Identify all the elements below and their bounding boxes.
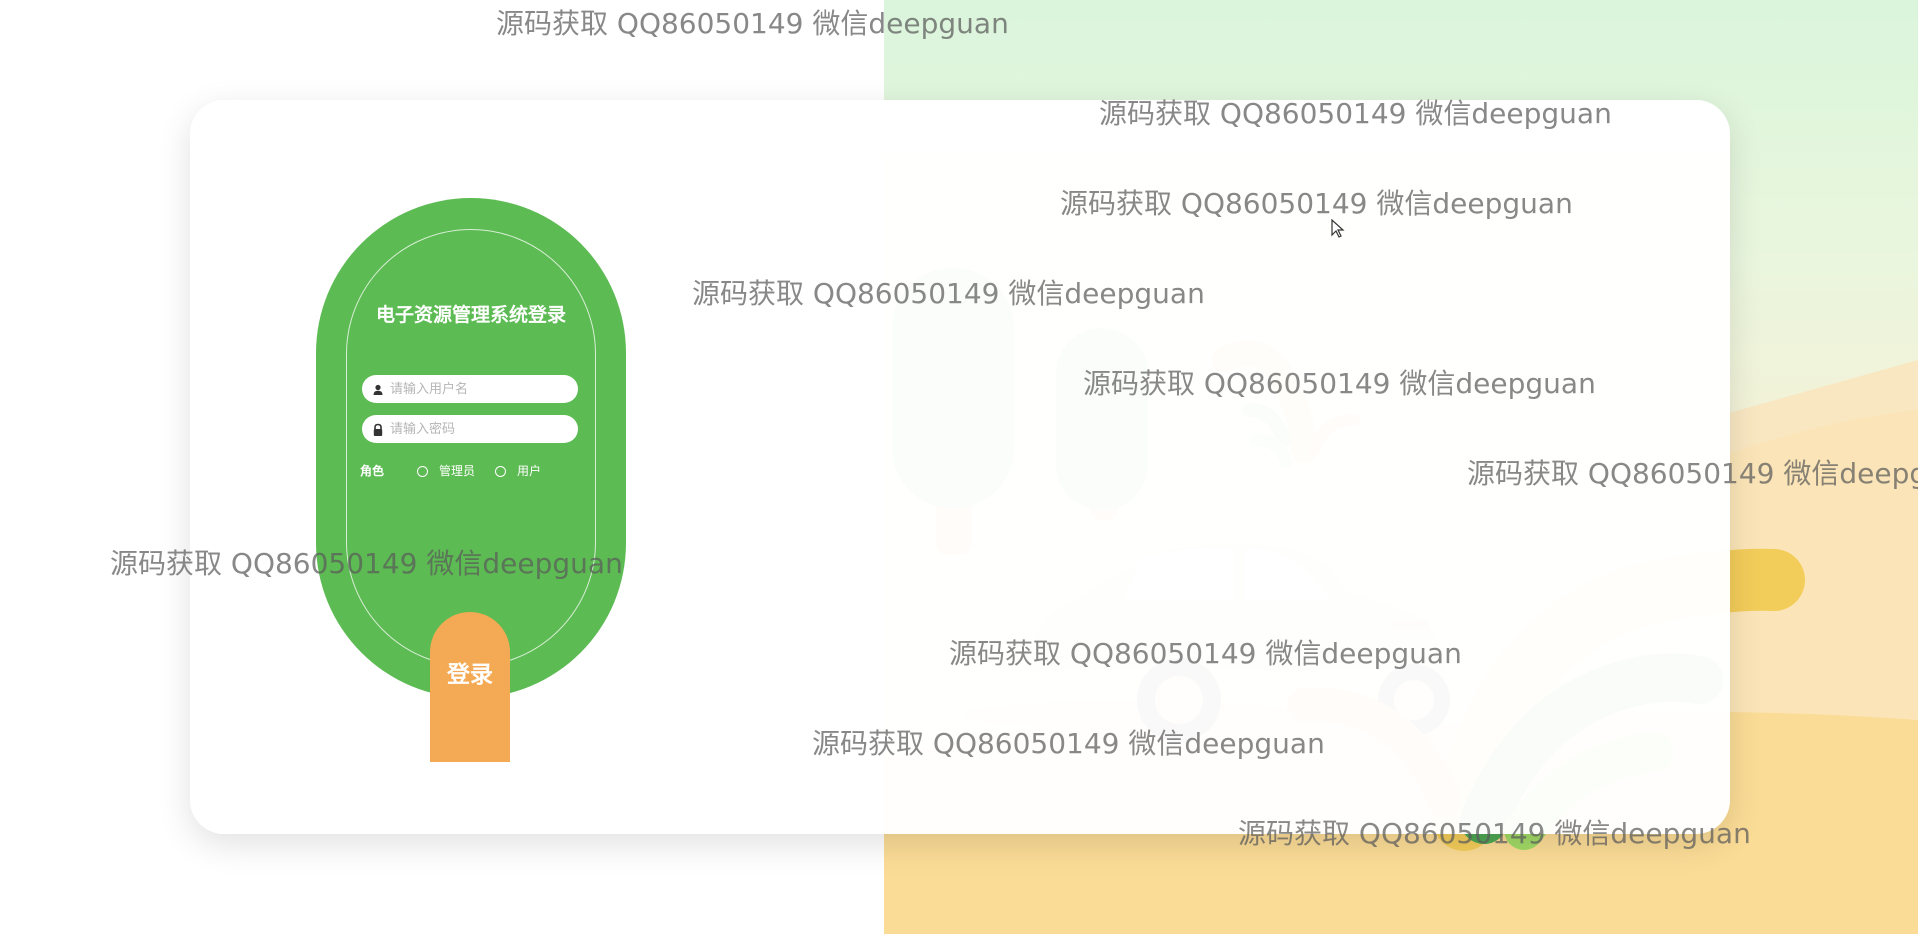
role-label: 角色 bbox=[360, 464, 385, 478]
lock-icon bbox=[371, 422, 385, 436]
username-field[interactable] bbox=[362, 375, 578, 403]
role-radio-user[interactable] bbox=[495, 466, 506, 477]
login-button[interactable]: 登录 bbox=[430, 612, 510, 762]
mouse-cursor-icon bbox=[1331, 218, 1345, 243]
user-icon bbox=[371, 382, 385, 396]
form-inner-outline bbox=[346, 229, 596, 667]
password-field[interactable] bbox=[362, 415, 578, 443]
role-radio-admin[interactable] bbox=[417, 466, 428, 477]
card-glass-overlay bbox=[884, 100, 1730, 834]
role-option-admin-label[interactable]: 管理员 bbox=[439, 462, 475, 479]
form-title: 电子资源管理系统登录 bbox=[375, 304, 566, 326]
username-input[interactable] bbox=[390, 375, 570, 403]
password-input[interactable] bbox=[390, 415, 570, 443]
role-option-user-label[interactable]: 用户 bbox=[517, 462, 541, 479]
